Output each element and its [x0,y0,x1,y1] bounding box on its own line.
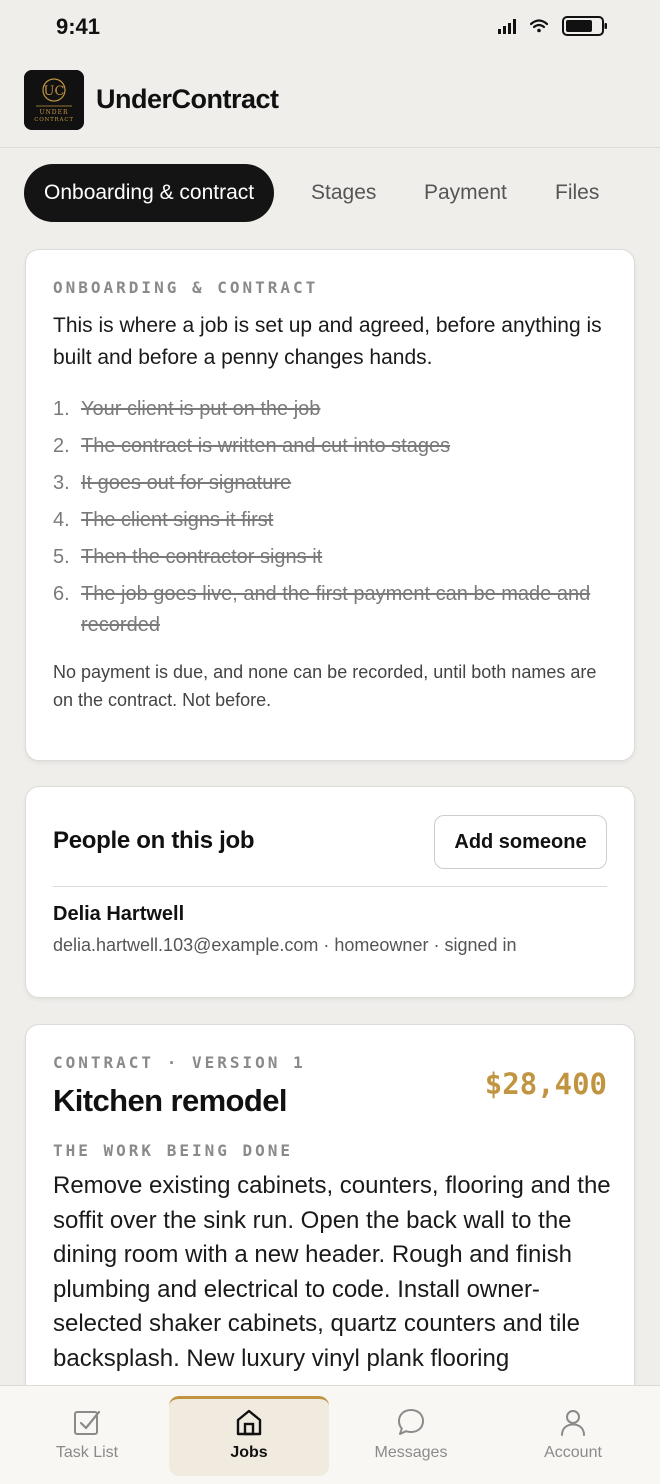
status-bar: 9:41 [0,0,660,56]
step-number: 3. [53,472,70,494]
step-number: 2. [53,435,70,457]
signal-icon [498,18,516,34]
wifi-icon [530,19,548,33]
add-someone-button[interactable]: Add someone [434,815,607,869]
nav-jobs[interactable]: Jobs [169,1396,329,1476]
step-number: 5. [53,546,70,568]
work-description: Remove existing cabinets, counters, floo… [53,1172,611,1372]
home-icon [236,1409,262,1436]
step-item: 5. Then the contractor signs it [53,542,613,573]
onboarding-steps: 1. Your client is put on the job 2. The co… [53,394,613,647]
tab-payment[interactable]: Payment [424,164,507,222]
nav-label: Account [544,1444,602,1461]
nav-label: Task List [55,1444,119,1461]
work-eyebrow: THE WORK BEING DONE [53,1141,294,1160]
contract-eyebrow: CONTRACT · VERSION 1 [53,1053,306,1072]
intro-text: This is where a job is set up and agreed… [53,314,602,369]
payment-note: No payment is due, and none can be recor… [53,662,597,710]
step-item: 3. It goes out for signature [53,468,613,499]
tab-onboarding-contract[interactable]: Onboarding & contract [24,164,275,222]
person-meta: delia.hartwell.103@example.com · homeown… [53,935,517,955]
step-text: Then the contractor signs it [81,546,323,568]
intro-eyebrow: ONBOARDING & CONTRACT [53,278,319,297]
svg-text:UNDER: UNDER [39,109,68,116]
person-icon [561,1410,585,1436]
tab-stages[interactable]: Stages [311,164,376,222]
step-item: 2. The contract is written and cut into s… [53,431,613,462]
bottom-nav: Task List Jobs Messages Account [0,1385,660,1484]
step-item: 6. The job goes live, and the first payme… [53,579,613,641]
app-title: UnderContract [96,84,279,114]
app-logo[interactable]: UC UNDER CONTRACT [24,70,84,130]
status-icons [498,16,608,36]
section-tabs: Onboarding & contract Stages Payment Fil… [24,164,644,222]
svg-text:CONTRACT: CONTRACT [34,117,74,123]
nav-messages[interactable]: Messages [331,1386,491,1484]
step-number: 1. [53,398,70,420]
person-name: Delia Hartwell [53,903,185,925]
step-text: The client signs it first [81,509,274,531]
step-item: 1. Your client is put on the job [53,394,613,425]
contract-title: Kitchen remodel [53,1083,287,1118]
nav-account[interactable]: Account [493,1386,653,1484]
onboarding-intro-card: ONBOARDING & CONTRACT This is where a jo… [25,249,635,761]
divider [53,886,607,887]
nav-label: Jobs [230,1444,268,1461]
checkbox-icon [74,1410,101,1435]
app-header: UC UNDER CONTRACT UnderContract [0,56,660,148]
step-number: 4. [53,509,70,531]
nav-task-list[interactable]: Task List [7,1386,167,1484]
step-text: The job goes live, and the first payment… [81,583,591,636]
chat-bubble-icon [398,1409,424,1435]
step-text: The contract is written and cut into sta… [81,435,451,457]
people-card: People on this job Add someone Delia Har… [25,786,635,998]
battery-icon [562,16,608,36]
nav-label: Messages [374,1444,448,1461]
svg-text:UC: UC [44,84,65,99]
contract-amount: $28,400 [484,1067,607,1101]
step-text: It goes out for signature [81,472,292,494]
people-title: People on this job [53,827,255,854]
step-item: 4. The client signs it first [53,505,613,536]
tab-files[interactable]: Files [555,164,599,222]
step-text: Your client is put on the job [81,398,321,420]
step-number: 6. [53,583,70,605]
status-time: 9:41 [56,14,101,39]
